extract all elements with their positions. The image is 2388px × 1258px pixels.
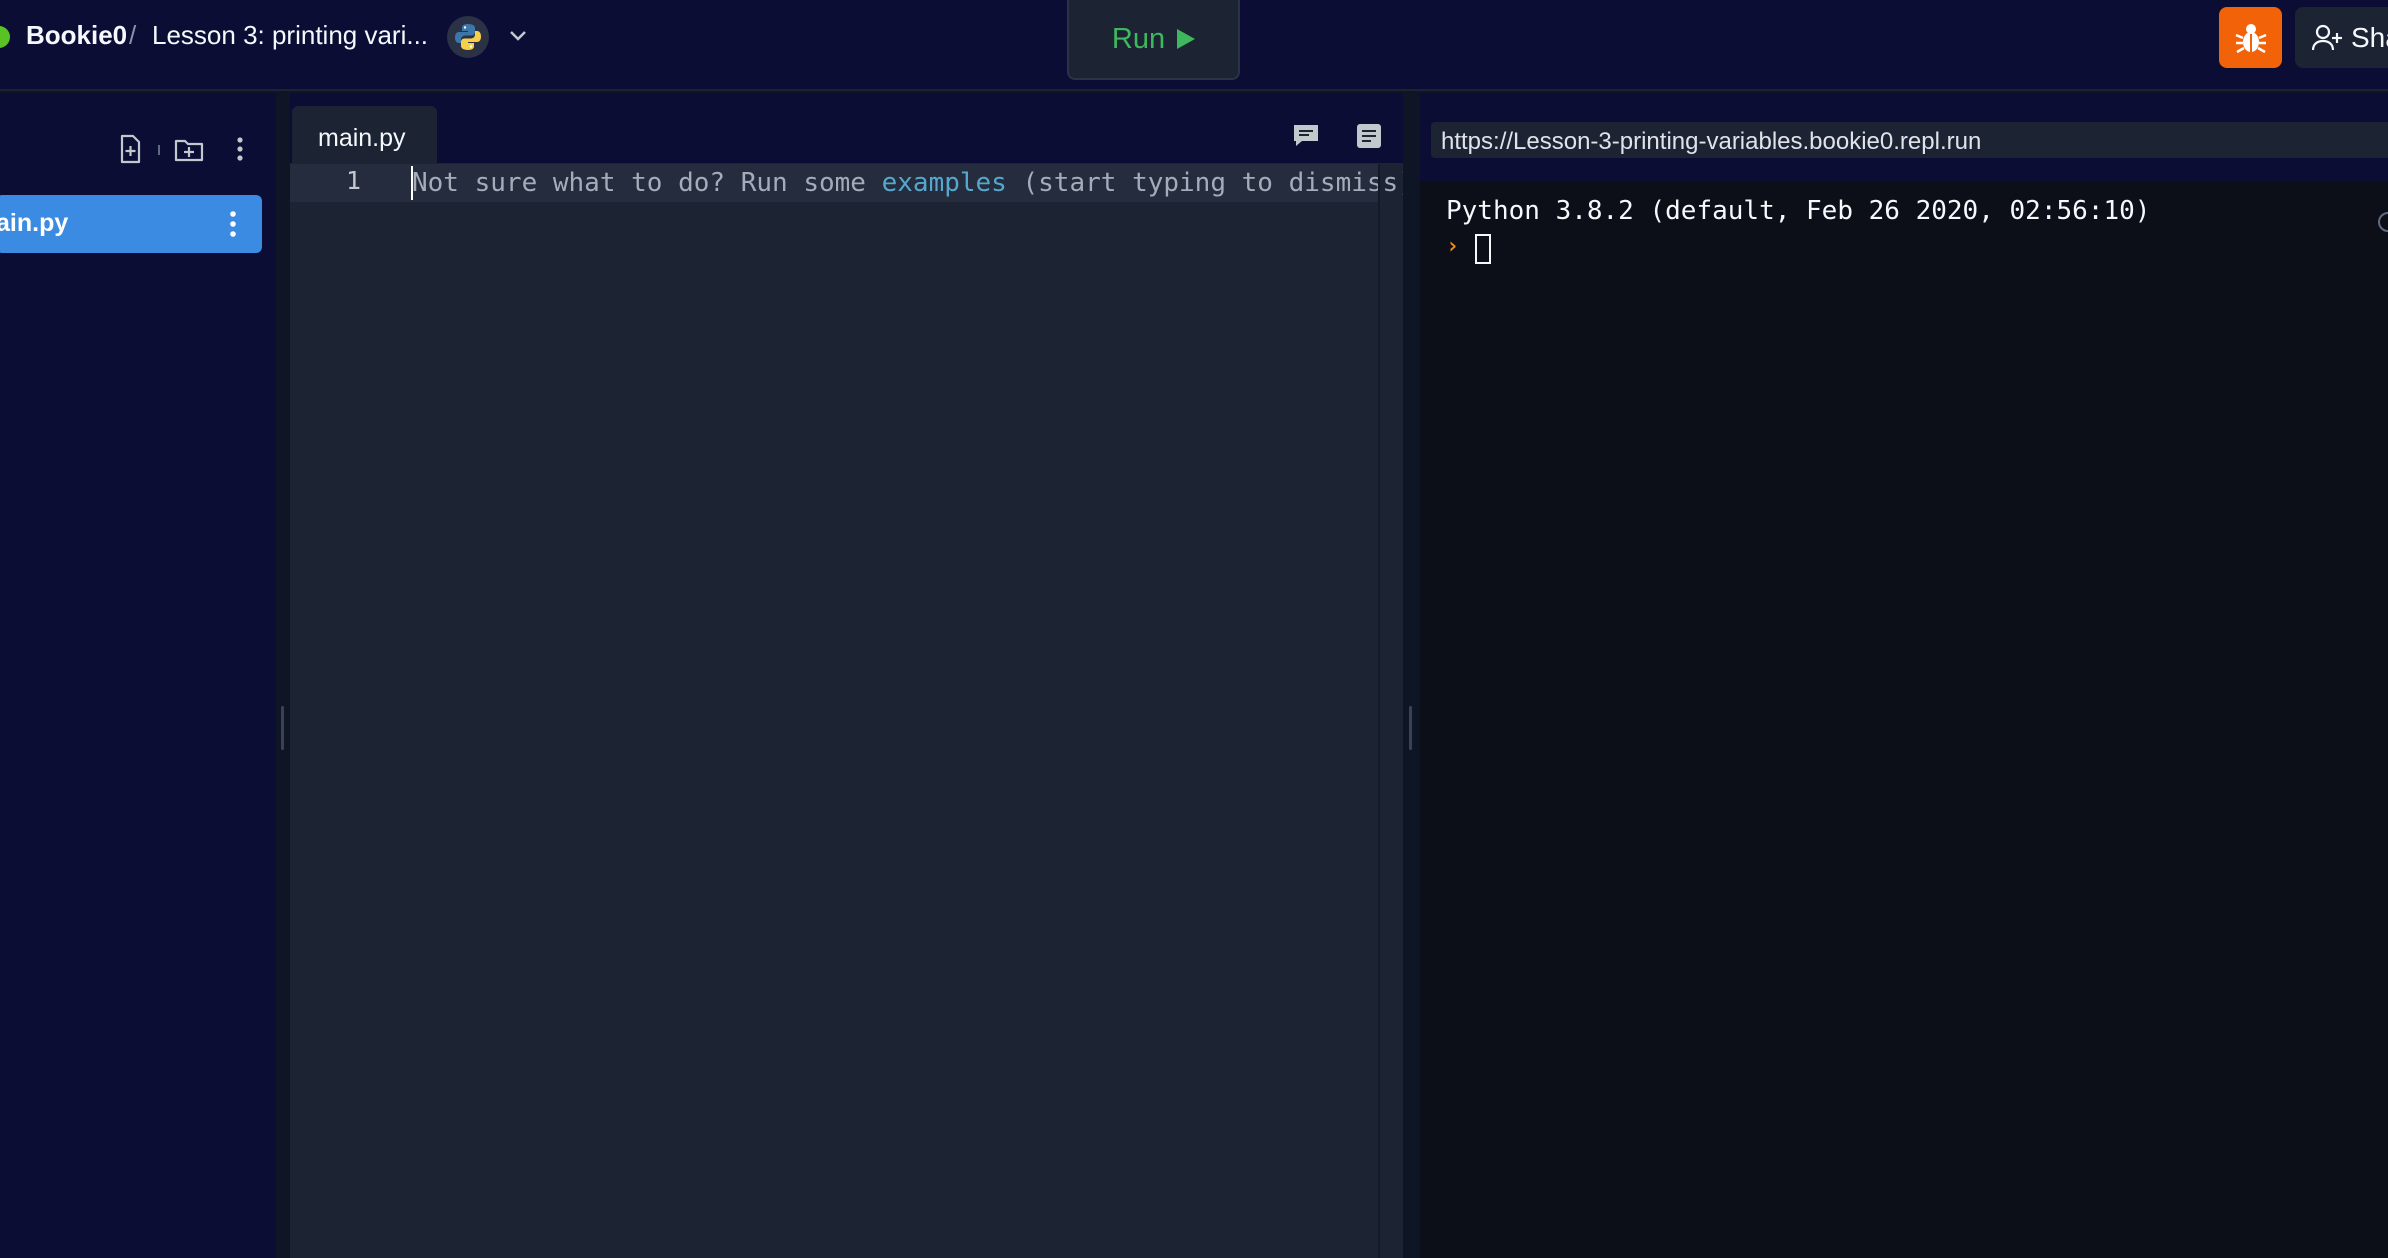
share-button-label: Sha xyxy=(2351,21,2388,53)
file-item-label: ain.py xyxy=(0,209,69,237)
debugger-button[interactable] xyxy=(2219,7,2282,68)
workspace-header: Bookie0 / Lesson 3: printing vari... Run xyxy=(0,0,2388,91)
chevron-down-icon[interactable] xyxy=(504,22,532,50)
console-banner: Python 3.8.2 (default, Feb 26 2020, 02:5… xyxy=(1446,196,2151,226)
run-button[interactable]: Run xyxy=(1067,0,1240,80)
text-caret xyxy=(411,166,413,200)
toolbar-divider xyxy=(158,145,160,155)
breadcrumb-repl-title[interactable]: Lesson 3: printing vari... xyxy=(152,20,428,51)
add-user-icon xyxy=(2311,24,2342,50)
editor-placeholder: Not sure what to do? Run some examples (… xyxy=(412,168,1414,198)
file-item-main-py[interactable]: ain.py xyxy=(0,195,262,253)
repl-url-bar[interactable]: https://Lesson-3-printing-variables.book… xyxy=(1431,122,2388,158)
console-pane[interactable] xyxy=(1420,93,2388,1258)
comment-icon[interactable] xyxy=(1291,122,1321,150)
files-sidebar: ain.py xyxy=(0,93,276,1258)
file-menu-icon[interactable] xyxy=(222,209,244,239)
tab-main-py[interactable]: main.py xyxy=(292,106,437,164)
status-dot xyxy=(0,26,10,48)
sidebar-gutter xyxy=(276,93,290,1258)
breadcrumb-separator: / xyxy=(129,20,137,50)
bug-icon xyxy=(2235,23,2266,53)
examples-link[interactable]: examples xyxy=(882,168,1007,198)
code-editor[interactable] xyxy=(290,93,1403,1258)
editor-tab-strip xyxy=(290,93,1403,163)
line-number: 1 xyxy=(346,166,362,195)
new-file-icon[interactable] xyxy=(114,133,146,165)
share-button[interactable]: Sha xyxy=(2295,7,2388,68)
placeholder-text-suffix: (start typing to dismiss) xyxy=(1006,168,1414,198)
python-logo-icon[interactable] xyxy=(447,16,489,58)
pane-gutter xyxy=(1403,93,1420,1258)
console-prompt-icon: › xyxy=(1446,234,1460,259)
new-folder-icon[interactable] xyxy=(173,133,205,165)
console-cursor xyxy=(1475,234,1491,264)
format-document-icon[interactable] xyxy=(1354,122,1384,150)
breadcrumb-user[interactable]: Bookie0 xyxy=(26,20,127,51)
play-icon xyxy=(1177,29,1196,49)
tab-label: main.py xyxy=(318,124,406,152)
console-resize-handle[interactable] xyxy=(1409,706,1412,750)
more-options-icon[interactable] xyxy=(224,133,256,165)
editor-scrollbar-track[interactable] xyxy=(1378,164,1380,1258)
sidebar-resize-handle[interactable] xyxy=(281,706,284,750)
run-button-label: Run xyxy=(1111,22,1166,55)
placeholder-text-prefix: Not sure what to do? Run some xyxy=(412,168,882,198)
